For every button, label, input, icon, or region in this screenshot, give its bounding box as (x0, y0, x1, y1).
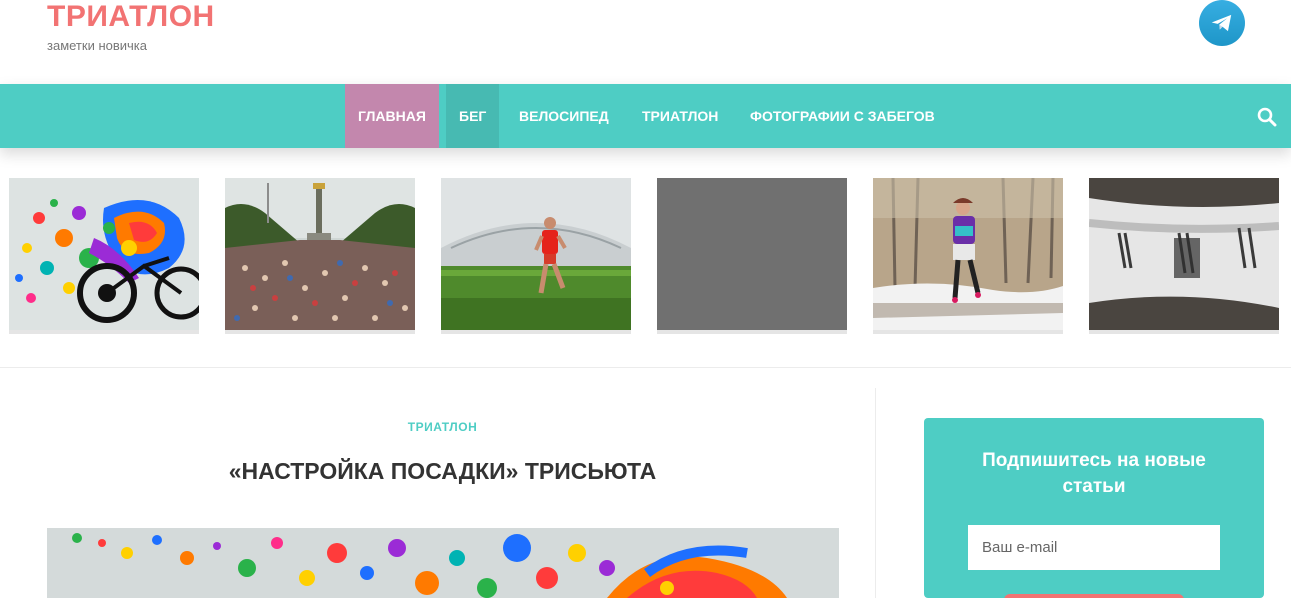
post-featured-image[interactable] (47, 528, 839, 598)
nav-item-home[interactable]: ГЛАВНАЯ (345, 84, 439, 148)
thumbnail-colorful-cyclist[interactable] (9, 178, 199, 334)
subscribe-widget: Подпишитесь на новые статьи (924, 418, 1264, 598)
nav-item-running[interactable]: БЕГ (446, 84, 500, 148)
nav-item-triathlon[interactable]: ТРИАТЛОН (629, 84, 731, 148)
thumbnail-runner-red-shirt[interactable] (441, 178, 631, 334)
post-title[interactable]: «НАСТРОЙКА ПОСАДКИ» ТРИСЬЮТА (0, 458, 885, 485)
nav-item-cycling[interactable]: ВЕЛОСИПЕД (506, 84, 622, 148)
post-category[interactable]: ТРИАТЛОН (0, 420, 885, 434)
site-tagline: заметки новичка (47, 38, 147, 53)
nav-item-race-photos[interactable]: ФОТОГРАФИИ С ЗАБЕГОВ (737, 84, 948, 148)
featured-posts-carousel (0, 178, 1291, 336)
telegram-button[interactable] (1199, 0, 1245, 46)
thumbnail-bike-frame[interactable] (1089, 178, 1279, 334)
section-divider (0, 367, 1291, 368)
thumbnail-placeholder[interactable] (657, 178, 847, 334)
site-title[interactable]: ТРИАТЛОН (47, 0, 215, 34)
email-field[interactable] (968, 525, 1220, 570)
thumbnail-runner-snow[interactable] (873, 178, 1063, 334)
subscribe-title: Подпишитесь на новые статьи (982, 450, 1206, 497)
search-icon (1257, 107, 1277, 127)
subscribe-button[interactable] (1004, 594, 1184, 598)
main-navigation: ГЛАВНАЯ БЕГ ВЕЛОСИПЕД ТРИАТЛОН ФОТОГРАФИ… (0, 84, 1291, 148)
thumbnail-marathon-crowd[interactable] (225, 178, 415, 334)
search-button[interactable] (1256, 106, 1278, 128)
site-header: ТРИАТЛОН заметки новичка (0, 0, 1291, 84)
telegram-icon (1211, 14, 1232, 32)
